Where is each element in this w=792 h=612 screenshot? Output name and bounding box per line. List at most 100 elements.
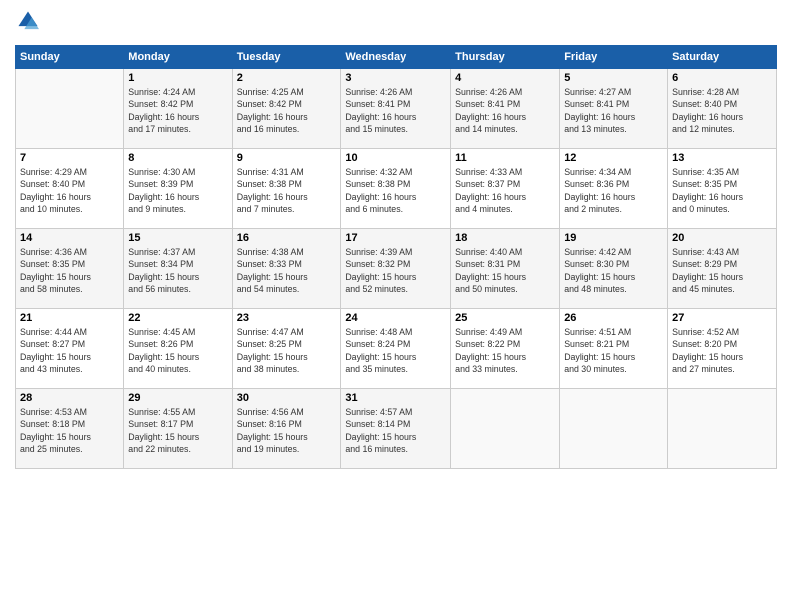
day-number: 16 — [237, 232, 337, 244]
day-cell — [560, 389, 668, 469]
day-cell: 24 Sunrise: 4:48 AM Sunset: 8:24 PM Dayli… — [341, 309, 451, 389]
day-number: 2 — [237, 72, 337, 84]
day-number: 12 — [564, 152, 663, 164]
day-cell: 11Sunrise: 4:33 AM Sunset: 8:37 PM Dayli… — [451, 149, 560, 229]
day-number: 10 — [345, 152, 446, 164]
day-number: 4 — [455, 72, 555, 84]
day-number: 26 — [564, 312, 663, 324]
day-cell: 12 Sunrise: 4:34 AM Sunset: 8:36 PM Dayli… — [560, 149, 668, 229]
day-number: 3 — [345, 72, 446, 84]
day-number: 6 — [672, 72, 772, 84]
day-info: Sunrise: 4:49 AM Sunset: 8:22 PM Dayligh… — [455, 326, 555, 375]
day-number: 24 — [345, 312, 446, 324]
header-row: SundayMondayTuesdayWednesdayThursdayFrid… — [16, 46, 777, 69]
day-info: Sunrise: 4:51 AM Sunset: 8:21 PM Dayligh… — [564, 326, 663, 375]
day-number: 9 — [237, 152, 337, 164]
day-info: Sunrise: 4:43 AM Sunset: 8:29 PM Dayligh… — [672, 246, 772, 295]
day-info: Sunrise: 4:56 AM Sunset: 8:16 PM Dayligh… — [237, 406, 337, 455]
day-info: Sunrise: 4:26 AM Sunset: 8:41 PM Dayligh… — [455, 86, 555, 135]
day-info: Sunrise: 4:32 AM Sunset: 8:38 PM Dayligh… — [345, 166, 446, 215]
day-info: Sunrise: 4:55 AM Sunset: 8:17 PM Dayligh… — [128, 406, 227, 455]
day-info: Sunrise: 4:40 AM Sunset: 8:31 PM Dayligh… — [455, 246, 555, 295]
day-info: Sunrise: 4:26 AM Sunset: 8:41 PM Dayligh… — [345, 86, 446, 135]
day-info: Sunrise: 4:44 AM Sunset: 8:27 PM Dayligh… — [20, 326, 119, 375]
day-number: 21 — [20, 312, 119, 324]
day-info: Sunrise: 4:31 AM Sunset: 8:38 PM Dayligh… — [237, 166, 337, 215]
day-cell: 10 Sunrise: 4:32 AM Sunset: 8:38 PM Dayli… — [341, 149, 451, 229]
day-info: Sunrise: 4:35 AM Sunset: 8:35 PM Dayligh… — [672, 166, 772, 215]
day-number: 23 — [237, 312, 337, 324]
day-cell: 18 Sunrise: 4:40 AM Sunset: 8:31 PM Dayli… — [451, 229, 560, 309]
day-info: Sunrise: 4:47 AM Sunset: 8:25 PM Dayligh… — [237, 326, 337, 375]
col-header-saturday: Saturday — [668, 46, 777, 69]
day-number: 31 — [345, 392, 446, 404]
col-header-sunday: Sunday — [16, 46, 124, 69]
day-cell: 20 Sunrise: 4:43 AM Sunset: 8:29 PM Dayli… — [668, 229, 777, 309]
day-number: 14 — [20, 232, 119, 244]
day-number: 19 — [564, 232, 663, 244]
day-cell: 4 Sunrise: 4:26 AM Sunset: 8:41 PM Daylig… — [451, 69, 560, 149]
col-header-thursday: Thursday — [451, 46, 560, 69]
day-info: Sunrise: 4:29 AM Sunset: 8:40 PM Dayligh… — [20, 166, 119, 215]
page: SundayMondayTuesdayWednesdayThursdayFrid… — [0, 0, 792, 612]
day-number: 7 — [20, 152, 119, 164]
day-info: Sunrise: 4:28 AM Sunset: 8:40 PM Dayligh… — [672, 86, 772, 135]
day-cell: 26 Sunrise: 4:51 AM Sunset: 8:21 PM Dayli… — [560, 309, 668, 389]
day-info: Sunrise: 4:34 AM Sunset: 8:36 PM Dayligh… — [564, 166, 663, 215]
day-cell: 31 Sunrise: 4:57 AM Sunset: 8:14 PM Dayli… — [341, 389, 451, 469]
day-number: 13 — [672, 152, 772, 164]
day-number: 27 — [672, 312, 772, 324]
day-cell: 23 Sunrise: 4:47 AM Sunset: 8:25 PM Dayli… — [232, 309, 341, 389]
day-number: 22 — [128, 312, 227, 324]
day-number: 5 — [564, 72, 663, 84]
day-number: 30 — [237, 392, 337, 404]
day-number: 28 — [20, 392, 119, 404]
col-header-friday: Friday — [560, 46, 668, 69]
day-number: 15 — [128, 232, 227, 244]
day-cell: 16 Sunrise: 4:38 AM Sunset: 8:33 PM Dayli… — [232, 229, 341, 309]
day-cell — [16, 69, 124, 149]
day-cell: 9 Sunrise: 4:31 AM Sunset: 8:38 PM Daylig… — [232, 149, 341, 229]
day-number: 20 — [672, 232, 772, 244]
day-cell: 28 Sunrise: 4:53 AM Sunset: 8:18 PM Dayli… — [16, 389, 124, 469]
day-number: 29 — [128, 392, 227, 404]
day-cell: 2 Sunrise: 4:25 AM Sunset: 8:42 PM Daylig… — [232, 69, 341, 149]
day-info: Sunrise: 4:27 AM Sunset: 8:41 PM Dayligh… — [564, 86, 663, 135]
day-info: Sunrise: 4:53 AM Sunset: 8:18 PM Dayligh… — [20, 406, 119, 455]
day-cell: 8 Sunrise: 4:30 AM Sunset: 8:39 PM Daylig… — [124, 149, 232, 229]
day-number: 17 — [345, 232, 446, 244]
day-number: 8 — [128, 152, 227, 164]
day-info: Sunrise: 4:52 AM Sunset: 8:20 PM Dayligh… — [672, 326, 772, 375]
day-number: 18 — [455, 232, 555, 244]
week-row-2: 14Sunrise: 4:36 AM Sunset: 8:35 PM Dayli… — [16, 229, 777, 309]
day-cell: 29 Sunrise: 4:55 AM Sunset: 8:17 PM Dayli… — [124, 389, 232, 469]
day-number: 1 — [128, 72, 227, 84]
day-info: Sunrise: 4:25 AM Sunset: 8:42 PM Dayligh… — [237, 86, 337, 135]
col-header-wednesday: Wednesday — [341, 46, 451, 69]
day-cell — [451, 389, 560, 469]
day-info: Sunrise: 4:30 AM Sunset: 8:39 PM Dayligh… — [128, 166, 227, 215]
day-cell — [668, 389, 777, 469]
day-info: Sunrise: 4:45 AM Sunset: 8:26 PM Dayligh… — [128, 326, 227, 375]
header — [15, 10, 777, 37]
day-cell: 27 Sunrise: 4:52 AM Sunset: 8:20 PM Dayli… — [668, 309, 777, 389]
day-cell: 5 Sunrise: 4:27 AM Sunset: 8:41 PM Daylig… — [560, 69, 668, 149]
day-info: Sunrise: 4:39 AM Sunset: 8:32 PM Dayligh… — [345, 246, 446, 295]
day-cell: 1 Sunrise: 4:24 AM Sunset: 8:42 PM Daylig… — [124, 69, 232, 149]
day-info: Sunrise: 4:48 AM Sunset: 8:24 PM Dayligh… — [345, 326, 446, 375]
day-info: Sunrise: 4:38 AM Sunset: 8:33 PM Dayligh… — [237, 246, 337, 295]
day-cell: 3 Sunrise: 4:26 AM Sunset: 8:41 PM Daylig… — [341, 69, 451, 149]
week-row-1: 7 Sunrise: 4:29 AM Sunset: 8:40 PM Daylig… — [16, 149, 777, 229]
day-cell: 30 Sunrise: 4:56 AM Sunset: 8:16 PM Dayli… — [232, 389, 341, 469]
week-row-4: 28 Sunrise: 4:53 AM Sunset: 8:18 PM Dayli… — [16, 389, 777, 469]
logo — [15, 10, 39, 37]
col-header-monday: Monday — [124, 46, 232, 69]
day-cell: 19Sunrise: 4:42 AM Sunset: 8:30 PM Dayli… — [560, 229, 668, 309]
day-cell: 15Sunrise: 4:37 AM Sunset: 8:34 PM Dayli… — [124, 229, 232, 309]
week-row-3: 21 Sunrise: 4:44 AM Sunset: 8:27 PM Dayli… — [16, 309, 777, 389]
day-cell: 7 Sunrise: 4:29 AM Sunset: 8:40 PM Daylig… — [16, 149, 124, 229]
day-info: Sunrise: 4:57 AM Sunset: 8:14 PM Dayligh… — [345, 406, 446, 455]
day-cell: 25Sunrise: 4:49 AM Sunset: 8:22 PM Dayli… — [451, 309, 560, 389]
day-info: Sunrise: 4:24 AM Sunset: 8:42 PM Dayligh… — [128, 86, 227, 135]
day-cell: 22 Sunrise: 4:45 AM Sunset: 8:26 PM Dayli… — [124, 309, 232, 389]
